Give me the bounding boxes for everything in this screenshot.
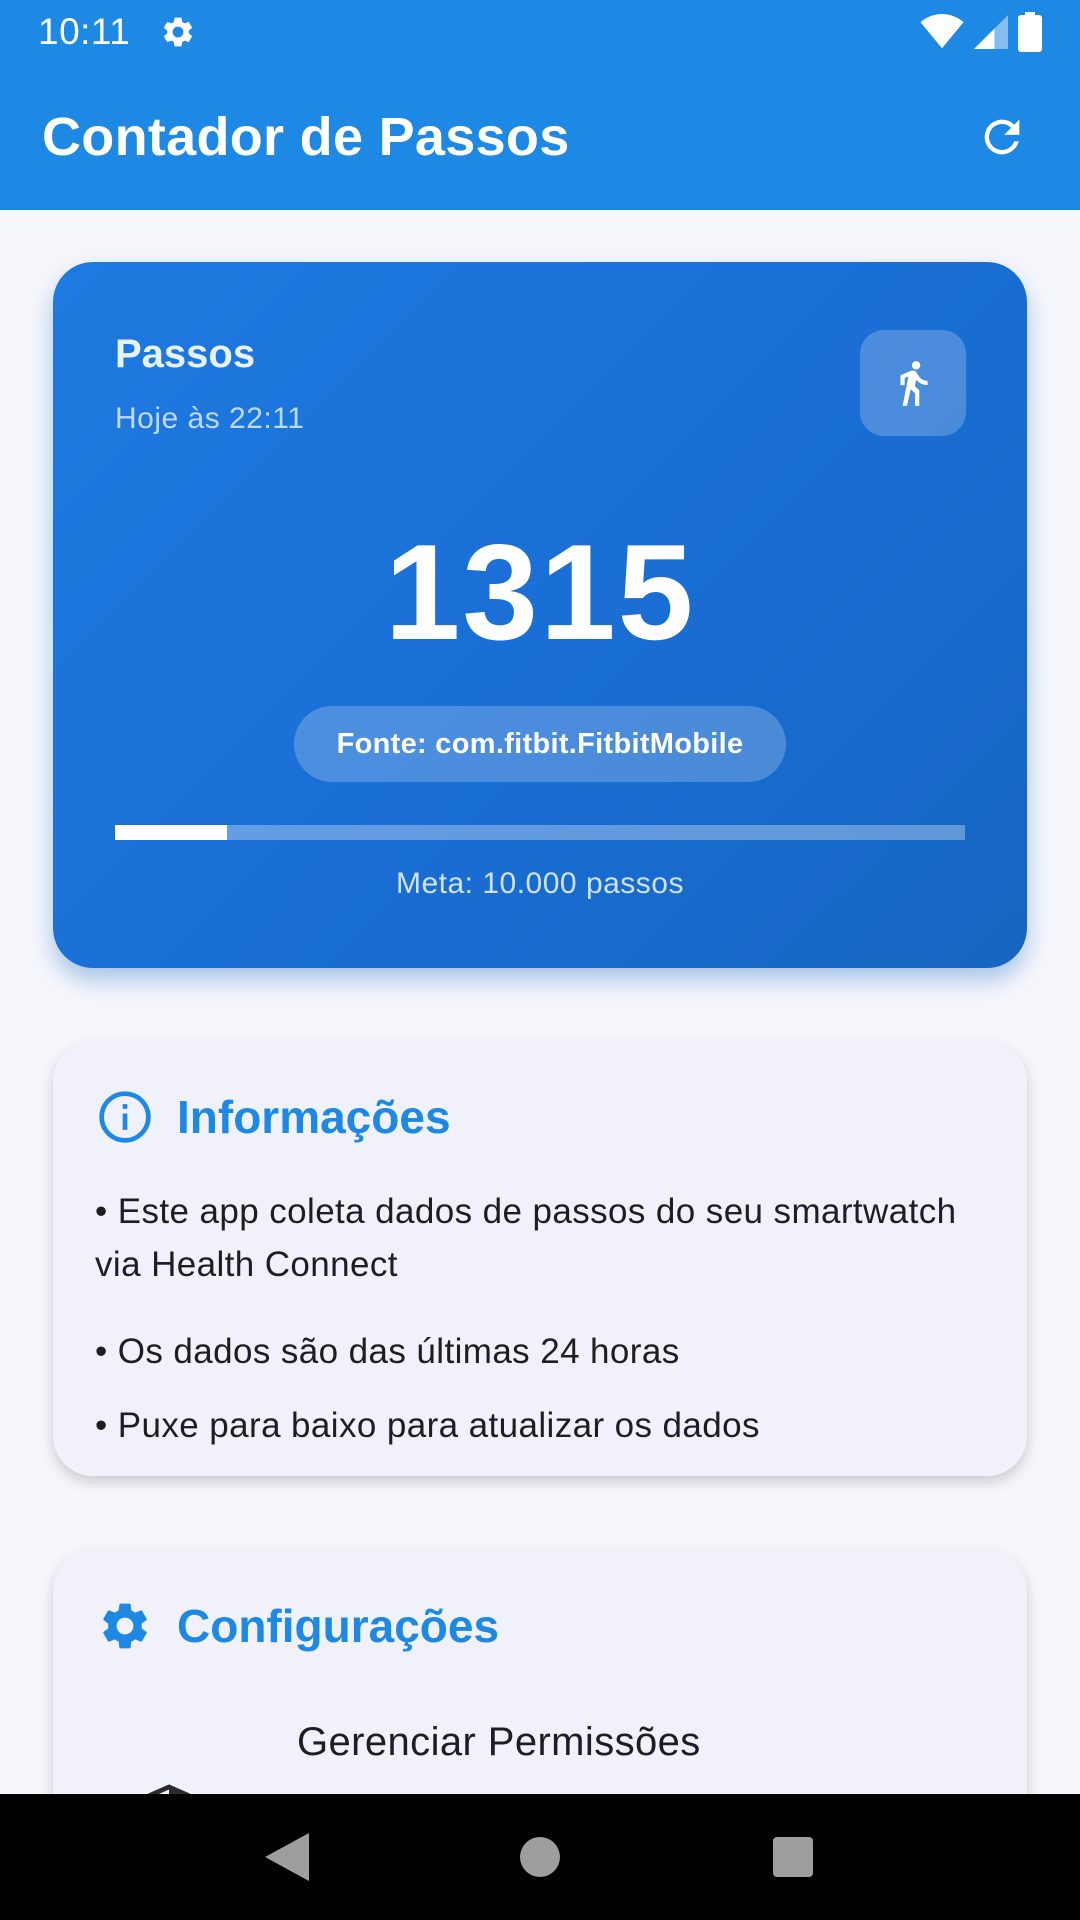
app-bar: Contador de Passos xyxy=(0,64,1080,210)
page-title: Contador de Passos xyxy=(42,107,570,167)
config-card-title: Configurações xyxy=(177,1600,500,1652)
info-card-title: Informações xyxy=(177,1091,451,1143)
refresh-icon xyxy=(984,119,1020,155)
steps-count: 1315 xyxy=(384,516,696,668)
recents-square-icon xyxy=(773,1837,814,1877)
goal-text: Meta: 10.000 passos xyxy=(395,867,684,900)
recents-button[interactable] xyxy=(753,1817,833,1897)
status-time: 10:11 xyxy=(38,11,131,52)
steps-timestamp: Hoje às 22:11 xyxy=(115,402,305,435)
gear-icon xyxy=(97,1598,153,1654)
info-bullet: • Os dados são das últimas 24 horas xyxy=(95,1332,680,1371)
goal-progress-bar xyxy=(115,825,965,840)
info-bullet: • Puxe para baixo para atualizar os dado… xyxy=(95,1406,760,1445)
info-card-header: Informações xyxy=(97,1089,451,1145)
refresh-button[interactable] xyxy=(966,101,1038,173)
signal-icon xyxy=(974,15,1008,49)
walk-icon xyxy=(900,361,928,406)
navigation-bar xyxy=(0,1794,1080,1920)
steps-card: Passos Hoje às 22:11 1315 Fonte: com.fit… xyxy=(53,262,1027,968)
home-circle-icon xyxy=(519,1837,560,1877)
manage-permissions-label: Gerenciar Permissões xyxy=(297,1720,701,1764)
info-bullet: • Este app coleta dados de passos do seu… xyxy=(95,1192,957,1284)
info-icon xyxy=(97,1089,153,1145)
home-button[interactable] xyxy=(500,1817,580,1897)
wifi-icon xyxy=(920,14,964,49)
goal-progress-fill xyxy=(115,825,227,840)
source-badge: Fonte: com.fitbit.FitbitMobile xyxy=(294,706,786,782)
back-triangle-icon xyxy=(264,1833,309,1881)
status-bar: 10:11 xyxy=(0,0,1080,64)
walk-badge xyxy=(860,330,966,436)
back-button[interactable] xyxy=(247,1817,327,1897)
gear-icon xyxy=(164,17,193,47)
steps-card-title: Passos xyxy=(115,332,256,376)
info-card: Informações • Este app coleta dados de p… xyxy=(53,1041,1027,1476)
status-icons xyxy=(920,12,1042,52)
config-card-header: Configurações xyxy=(97,1598,499,1654)
battery-icon xyxy=(1018,12,1042,52)
